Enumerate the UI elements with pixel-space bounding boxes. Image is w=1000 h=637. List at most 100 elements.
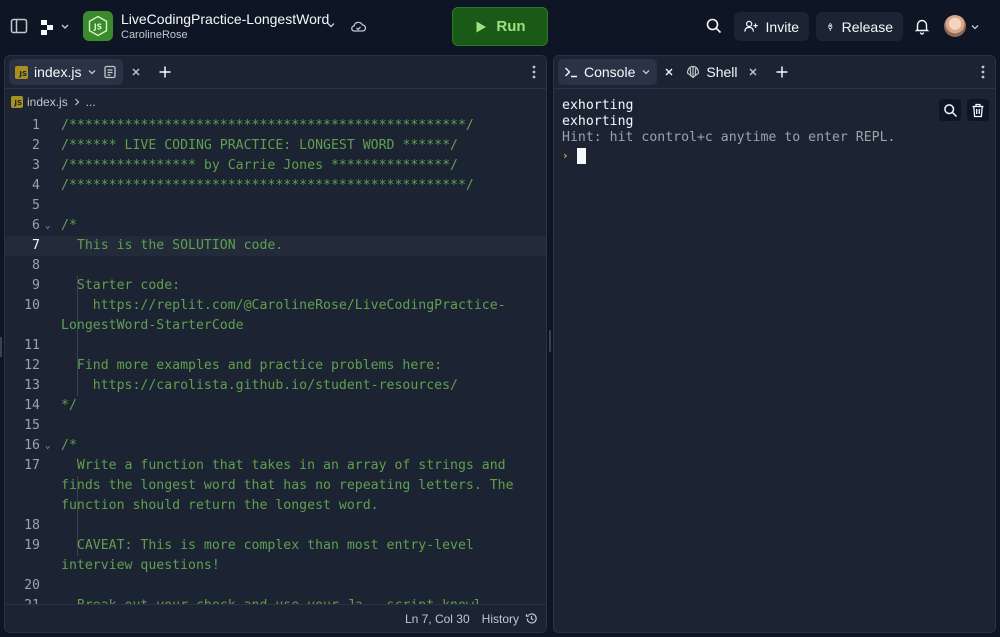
line-number: 17	[24, 458, 40, 473]
more-options-icon[interactable]	[981, 65, 985, 79]
trash-icon	[972, 103, 984, 117]
code-text: https://replit.com/@CarolineRose/LiveCod…	[61, 298, 506, 313]
console-output-line: exhorting	[562, 114, 634, 129]
pane-resize-handle[interactable]	[549, 330, 551, 352]
line-number: 1	[32, 118, 40, 133]
more-options-icon[interactable]	[532, 65, 536, 79]
line-number: 18	[24, 518, 40, 533]
plus-icon[interactable]	[775, 65, 789, 79]
document-outline-icon[interactable]	[103, 65, 117, 79]
code-line[interactable]: 13 https://carolista.github.io/student-r…	[5, 376, 546, 396]
run-button[interactable]: Run	[452, 7, 548, 46]
line-number: 16	[24, 438, 40, 453]
code-line[interactable]: 11	[5, 336, 546, 356]
code-line[interactable]: function should return the longest word.	[5, 496, 546, 516]
chevron-down-icon[interactable]	[641, 67, 651, 77]
resize-handle[interactable]	[0, 337, 2, 357]
code-text: /***************************************…	[61, 118, 474, 133]
code-line[interactable]: 1 /**************************************…	[5, 116, 546, 136]
breadcrumb-more[interactable]: ...	[86, 95, 96, 109]
breadcrumb-file[interactable]: index.js	[27, 95, 68, 109]
code-line[interactable]: 2 /****** LIVE CODING PRACTICE: LONGEST W…	[5, 136, 546, 156]
code-line[interactable]: 17 Write a function that takes in an arr…	[5, 456, 546, 476]
svg-text:JS: JS	[93, 23, 102, 32]
code-text: /****** LIVE CODING PRACTICE: LONGEST WO…	[61, 138, 458, 153]
repl-title[interactable]: LiveCodingPractice-LongestWord	[121, 11, 329, 27]
run-label: Run	[496, 18, 526, 35]
line-number: 5	[32, 198, 40, 213]
line-number: 19	[24, 538, 40, 553]
clear-console-button[interactable]	[967, 99, 989, 121]
tab-label: index.js	[34, 64, 82, 80]
line-number: 12	[24, 358, 40, 373]
console-output[interactable]: exhorting exhorting Hint: hit control+c …	[562, 98, 895, 164]
chevron-down-icon[interactable]	[87, 67, 97, 77]
code-line[interactable]: 3 /**************** by Carrie Jones *****…	[5, 156, 546, 176]
play-icon	[476, 21, 487, 32]
apps-menu-icon[interactable]	[39, 17, 71, 37]
repl-owner[interactable]: CarolineRose	[121, 29, 188, 41]
invite-button[interactable]: Invite	[734, 12, 809, 41]
fold-chevron-icon[interactable]: ⌄	[45, 216, 55, 236]
history-icon	[525, 613, 537, 624]
release-label: Release	[841, 18, 893, 35]
code-line[interactable]: 10 https://replit.com/@CarolineRose/Live…	[5, 296, 546, 316]
code-line[interactable]: 16 ⌄ /*	[5, 436, 546, 456]
line-number: 10	[24, 298, 40, 313]
chevron-down-icon[interactable]	[970, 22, 980, 32]
text-cursor	[576, 148, 586, 164]
code-line[interactable]: 9 Starter code:	[5, 276, 546, 296]
console-tab-bar: Console Shell	[554, 56, 995, 89]
line-number: 7	[32, 238, 40, 253]
bell-icon[interactable]	[913, 17, 931, 35]
code-line[interactable]: 8	[5, 256, 546, 276]
plus-icon[interactable]	[158, 65, 172, 79]
close-icon[interactable]	[131, 67, 141, 77]
close-icon[interactable]	[664, 67, 674, 77]
code-editor[interactable]: 1 /**************************************…	[5, 116, 546, 606]
avatar[interactable]	[944, 15, 966, 37]
code-line[interactable]: 20	[5, 576, 546, 596]
code-line[interactable]: 5	[5, 196, 546, 216]
chevron-right-icon	[74, 98, 80, 106]
shell-icon	[687, 65, 700, 79]
code-line[interactable]: finds the longest word that has no repea…	[5, 476, 546, 496]
cloud-saved-icon[interactable]	[350, 18, 367, 35]
code-line[interactable]: 6 ⌄ /*	[5, 216, 546, 236]
line-number: 11	[24, 338, 40, 353]
code-text: /*	[61, 438, 77, 453]
line-number: 3	[32, 158, 40, 173]
tab-index-js[interactable]: JS index.js	[9, 59, 124, 85]
line-number: 20	[24, 578, 40, 593]
chevron-down-icon[interactable]	[325, 19, 337, 31]
rocket-icon	[828, 22, 833, 31]
code-line[interactable]: 19 CAVEAT: This is more complex than mos…	[5, 536, 546, 556]
code-line[interactable]: 14 */	[5, 396, 546, 416]
cursor-position[interactable]: Ln 7, Col 30	[405, 612, 470, 626]
release-button[interactable]: Release	[816, 12, 903, 41]
code-line[interactable]: 12 Find more examples and practice probl…	[5, 356, 546, 376]
code-line[interactable]: 7 This is the SOLUTION code.	[5, 236, 546, 256]
console-search-button[interactable]	[939, 99, 961, 121]
sidebar-toggle-icon[interactable]	[10, 17, 28, 35]
add-user-icon	[744, 20, 758, 32]
top-bar: JS LiveCodingPractice-LongestWord Caroli…	[0, 0, 1000, 54]
code-line[interactable]: 15	[5, 416, 546, 436]
code-line[interactable]: LongestWord-StarterCode	[5, 316, 546, 336]
tab-shell[interactable]: Shell	[682, 64, 741, 80]
close-icon[interactable]	[748, 67, 758, 77]
fold-chevron-icon[interactable]: ⌄	[45, 436, 55, 456]
code-line[interactable]: 18	[5, 516, 546, 536]
tab-console[interactable]: Console	[558, 59, 658, 85]
code-line[interactable]: 4 /**************************************…	[5, 176, 546, 196]
console-prompt[interactable]: ›	[562, 148, 895, 164]
code-line[interactable]: interview questions!	[5, 556, 546, 576]
code-text: /***************************************…	[61, 178, 474, 193]
repl-language-logo[interactable]: JS	[83, 11, 113, 41]
history-button[interactable]: History	[482, 612, 538, 626]
search-icon[interactable]	[705, 17, 723, 35]
line-number: 4	[32, 178, 40, 193]
line-number: 6	[32, 218, 40, 233]
prompt-chevron-icon: ›	[562, 149, 569, 162]
status-bar: Ln 7, Col 30 History	[5, 604, 546, 632]
